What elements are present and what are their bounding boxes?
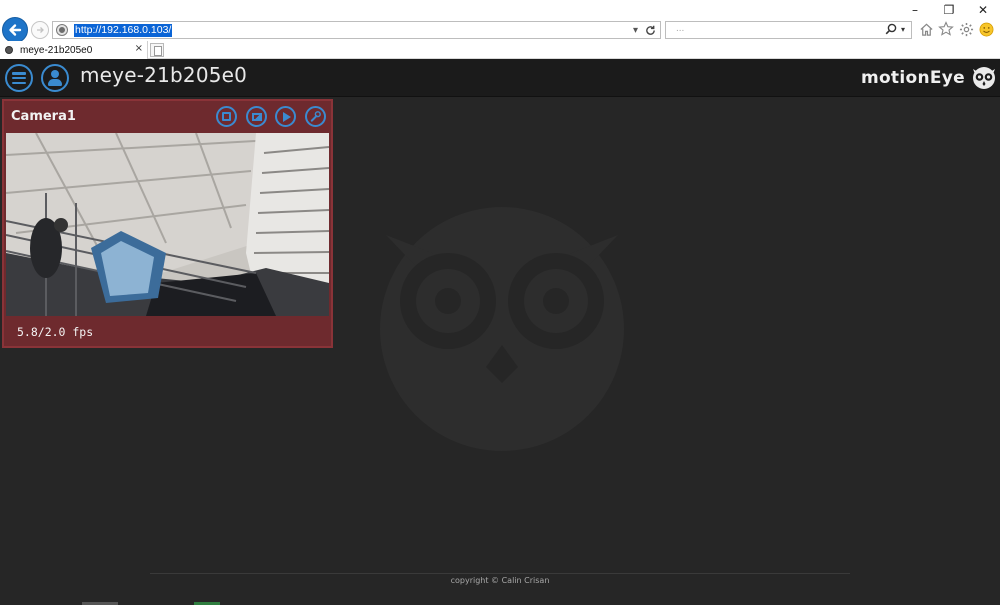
tab-favicon-icon <box>5 46 13 54</box>
new-tab-button[interactable] <box>150 43 164 57</box>
search-icon[interactable] <box>885 23 897 35</box>
settings-gear-icon[interactable] <box>958 20 974 38</box>
play-icon <box>282 111 291 122</box>
browser-tool-icons <box>918 20 994 38</box>
fullscreen-icon <box>222 112 231 121</box>
favorites-star-icon[interactable] <box>938 20 954 38</box>
pictures-button[interactable] <box>246 106 267 127</box>
url-text[interactable]: http://192.168.0.103/ <box>74 23 173 37</box>
hamburger-menu-icon <box>12 72 26 84</box>
copyright-text: copyright © Calin Crisan <box>450 576 550 585</box>
camera-top-bar: Camera1 <box>4 101 331 133</box>
tab-meye[interactable]: meye-21b205e0 × <box>0 41 148 59</box>
main-area: Camera1 5.8/2.0 fps copyright © Calin Cr… <box>0 97 1000 605</box>
main-menu-button[interactable] <box>5 64 33 92</box>
browser-toolbar: – ❐ ✕ http://192.168.0.103/ ▾ ... ▾ <box>0 0 1000 43</box>
close-window-button[interactable]: ✕ <box>966 0 1000 20</box>
search-placeholder: ... <box>676 23 685 34</box>
minimize-button[interactable]: – <box>898 0 932 20</box>
camera-name: Camera1 <box>11 109 76 124</box>
site-globe-icon <box>57 25 67 35</box>
address-bar[interactable]: http://192.168.0.103/ ▾ <box>52 21 661 39</box>
back-arrow-icon <box>9 24 22 36</box>
tab-close-icon[interactable]: × <box>135 43 143 54</box>
owl-watermark-icon <box>380 207 624 451</box>
owl-logo-icon <box>973 67 995 89</box>
camera-live-view[interactable] <box>6 133 329 316</box>
restore-button[interactable]: ❐ <box>932 0 966 20</box>
camera-bottom-bar: 5.8/2.0 fps <box>4 316 331 346</box>
dropdown-arrow-icon[interactable]: ▾ <box>633 25 638 36</box>
fps-readout: 5.8/2.0 fps <box>17 325 94 339</box>
footer-divider <box>150 573 850 574</box>
configure-camera-button[interactable] <box>305 106 326 127</box>
page-title: meye-21b205e0 <box>80 63 248 87</box>
user-switch-button[interactable] <box>41 64 69 92</box>
forward-arrow-icon <box>37 27 44 33</box>
forward-button[interactable] <box>31 21 49 39</box>
window-controls: – ❐ ✕ <box>898 0 1000 20</box>
search-dropdown-icon[interactable]: ▾ <box>901 25 905 34</box>
user-icon <box>47 70 63 86</box>
smiley-feedback-icon[interactable] <box>978 20 994 38</box>
app-header: meye-21b205e0 motionEye <box>0 59 1000 97</box>
fullscreen-button[interactable] <box>216 106 237 127</box>
search-input[interactable]: ... ▾ <box>665 21 912 39</box>
tab-strip: meye-21b205e0 × <box>0 41 1000 59</box>
home-icon[interactable] <box>918 20 934 38</box>
brand-name: motionEye <box>860 68 965 88</box>
tab-label: meye-21b205e0 <box>20 44 93 56</box>
camera-frame-image <box>6 133 329 316</box>
back-button[interactable] <box>2 17 28 43</box>
picture-icon <box>251 112 262 121</box>
camera-frame[interactable]: Camera1 5.8/2.0 fps <box>2 99 333 348</box>
refresh-icon[interactable] <box>645 25 656 36</box>
wrench-icon <box>310 111 321 122</box>
movies-button[interactable] <box>275 106 296 127</box>
